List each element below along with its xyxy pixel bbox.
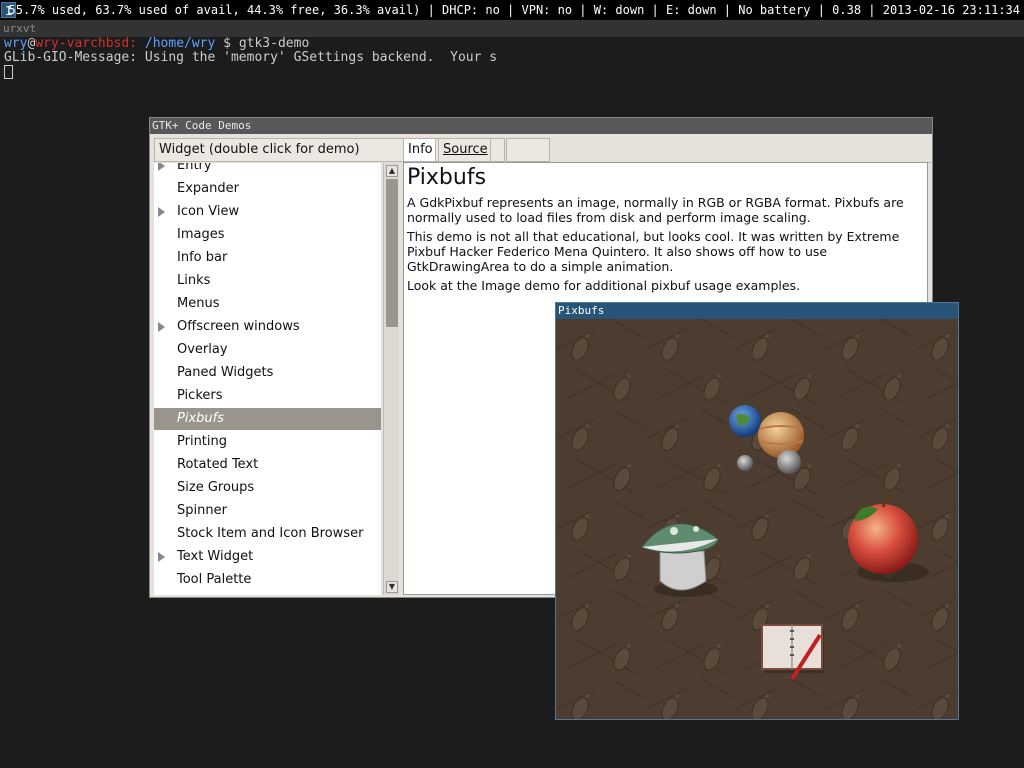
tree-item-label: Info bar <box>177 250 228 265</box>
tree-item[interactable]: Text Widget <box>154 546 381 568</box>
tab-source-label: Source <box>443 142 488 157</box>
tree-item[interactable]: Menus <box>154 293 381 315</box>
tree-item[interactable]: Tool Palette <box>154 569 381 591</box>
tree-item-label: Text Widget <box>177 549 254 564</box>
window-title[interactable]: GTK+ Code Demos <box>150 118 932 134</box>
tree-item[interactable]: Icon View <box>154 201 381 223</box>
tree-item-label: Size Groups <box>177 480 255 495</box>
tree-item-label: Overlay <box>177 342 228 357</box>
tree-item[interactable]: Paned Widgets <box>154 362 381 384</box>
expander-triangle-icon[interactable] <box>158 552 165 562</box>
tab-source[interactable]: Source <box>438 138 491 162</box>
terminal-title: urxvt <box>0 20 1024 37</box>
notebook-image <box>761 624 824 681</box>
prompt-dir: /home/wry <box>144 36 216 51</box>
tree-item[interactable]: Images <box>154 224 381 246</box>
tree-item[interactable]: Links <box>154 270 381 292</box>
tree-item[interactable]: Pixbufs <box>154 408 381 430</box>
tree-scrollbar[interactable]: ▲ ▼ <box>383 163 399 595</box>
demo-tree[interactable]: Entry Expander Icon View Images Info bar Link… <box>154 163 381 595</box>
expander-triangle-icon[interactable] <box>158 322 165 332</box>
scroll-up-arrow[interactable]: ▲ <box>386 165 398 177</box>
tree-item-label: Offscreen windows <box>177 319 300 334</box>
info-paragraph-1: A GdkPixbuf represents an image, normall… <box>407 195 904 225</box>
scrollbar-thumb[interactable] <box>386 179 398 327</box>
scroll-down-arrow[interactable]: ▼ <box>386 581 398 593</box>
tree-item-label: Pickers <box>177 388 223 403</box>
status-text: no IPv6 | 5.1 GB (or: 55.7% used, 63.7% … <box>0 3 1020 17</box>
tree-item[interactable]: Pickers <box>154 385 381 407</box>
pixbufs-window-title[interactable]: Pixbufs <box>556 303 958 319</box>
tabbar-filler <box>491 138 931 163</box>
prompt-user: wry <box>4 36 28 51</box>
tree-item[interactable]: Expander <box>154 178 381 200</box>
tree-item-label: Expander <box>177 181 239 196</box>
tree-item-label: Paned Widgets <box>177 365 274 380</box>
tree-item[interactable]: Offscreen windows <box>154 316 381 338</box>
expander-triangle-icon[interactable] <box>158 207 165 217</box>
tree-item[interactable]: Info bar <box>154 247 381 269</box>
tab-info-label: Info <box>408 142 433 157</box>
terminal-output: GLib-GIO-Message: Using the 'memory' GSe… <box>4 50 498 65</box>
tree-item-label: Tool Palette <box>177 572 252 587</box>
pixbufs-canvas <box>556 319 958 719</box>
tree-item[interactable]: Spinner <box>154 500 381 522</box>
expander-triangle-icon[interactable] <box>158 163 165 171</box>
tab-info[interactable]: Info <box>403 138 436 162</box>
tree-item-label: Pixbufs <box>177 411 224 426</box>
info-paragraph-2: This demo is not all that educational, b… <box>407 229 900 274</box>
tree-item-label: Images <box>177 227 225 242</box>
tree-item[interactable]: Stock Item and Icon Browser <box>154 523 381 545</box>
tree-item-label: Icon View <box>177 204 240 219</box>
command-text: gtk3-demo <box>238 36 310 51</box>
tree-item-label: Spinner <box>177 503 227 518</box>
tree-item-label: Menus <box>177 296 220 311</box>
terminal-cursor <box>4 65 13 79</box>
tree-item-label: Rotated Text <box>177 457 259 472</box>
info-heading: Pixbufs <box>407 165 487 190</box>
tree-item[interactable]: Entry <box>154 163 381 177</box>
tree-item-label: Stock Item and Icon Browser <box>177 526 364 541</box>
tree-item[interactable]: Rotated Text <box>154 454 381 476</box>
pixbufs-window: Pixbufs <box>555 302 959 720</box>
status-bar: 1 no IPv6 | 5.1 GB (or: 55.7% used, 63.7… <box>0 0 1024 20</box>
prompt-symbol: $ <box>215 36 239 51</box>
tree-item-label: Links <box>177 273 211 288</box>
tree-item[interactable]: Overlay <box>154 339 381 361</box>
tree-item[interactable]: Printing <box>154 431 381 453</box>
tree-item-label: Entry <box>177 163 212 173</box>
tree-item[interactable]: Size Groups <box>154 477 381 499</box>
prompt-host: wry-varchbsd: <box>35 36 138 51</box>
tree-item-label: Printing <box>177 434 228 449</box>
info-paragraph-3: Look at the Image demo for additional pi… <box>407 278 801 293</box>
